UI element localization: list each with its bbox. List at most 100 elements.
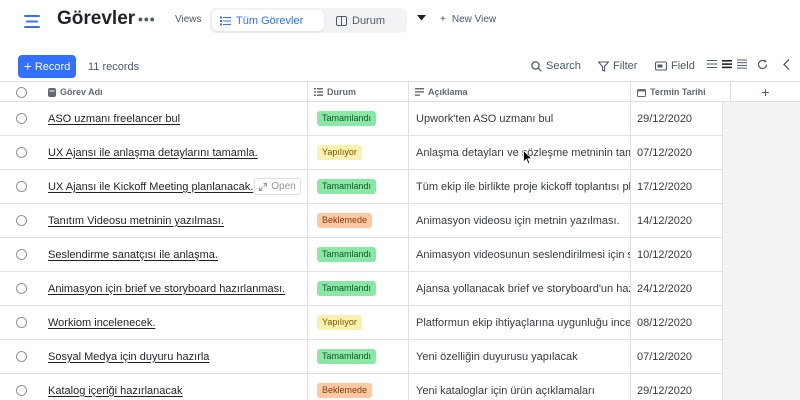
chevron-down-icon[interactable] [417, 15, 426, 21]
table-row[interactable]: Katalog içeriği hazırlanacak Beklemede Yen… [0, 374, 723, 400]
row-checkbox[interactable] [15, 181, 27, 192]
status-cell[interactable]: Tamamlandı [308, 170, 409, 203]
row-select-cell [0, 306, 42, 339]
table-row[interactable]: Workiom incelenecek. Yapılıyor Platformun … [0, 306, 723, 340]
status-cell[interactable]: Beklemede [308, 204, 409, 237]
task-name-cell[interactable]: Tanıtım Videosu metninin yazılması. [42, 204, 308, 237]
field-label: Field [671, 60, 695, 72]
row-select-cell [0, 170, 42, 203]
list-icon [220, 16, 231, 25]
task-name-cell[interactable]: Katalog içeriği hazırlanacak [42, 374, 308, 400]
field-button[interactable]: Field [655, 60, 695, 72]
due-date-cell[interactable]: 24/12/2020 [631, 272, 723, 305]
status-badge: Tamamlandı [317, 247, 377, 262]
column-label: Durum [327, 87, 356, 97]
row-checkbox[interactable] [15, 147, 27, 158]
chevron-left-icon[interactable] [783, 59, 790, 70]
status-cell[interactable]: Yapılıyor [308, 306, 409, 339]
task-name-cell[interactable]: Workiom incelenecek. [42, 306, 308, 339]
tab-tum-gorevler[interactable]: Tüm Görevler [212, 10, 324, 31]
row-select-cell [0, 102, 42, 135]
description-cell[interactable]: Yeni kataloglar için ürün açıklamaları [409, 374, 631, 400]
due-date-cell[interactable]: 17/12/2020 [631, 170, 723, 203]
column-header-durum[interactable]: Durum [308, 82, 409, 102]
select-all-checkbox[interactable] [15, 86, 27, 98]
row-height-short-icon[interactable] [707, 59, 717, 69]
task-name-cell[interactable]: Seslendirme sanatçısı ile anlaşma. [42, 238, 308, 271]
status-badge: Beklemede [317, 383, 373, 398]
task-name-cell[interactable]: Sosyal Medya için duyuru hazırla [42, 340, 308, 373]
open-label: Open [271, 181, 296, 192]
column-header-aciklama[interactable]: Açıklama [409, 82, 631, 102]
menu-button[interactable] [18, 8, 46, 34]
row-checkbox[interactable] [15, 385, 27, 396]
description-cell[interactable]: Anlaşma detayları ve sözleşme metninin t… [409, 136, 631, 169]
refresh-icon[interactable] [757, 59, 768, 70]
due-date-cell[interactable]: 14/12/2020 [631, 204, 723, 237]
row-height-medium-icon[interactable] [722, 59, 732, 69]
table-row[interactable]: ASO uzmanı freelancer bul Tamamlandı Upwor… [0, 102, 723, 136]
column-header-termin-tarihi[interactable]: Termin Tarihi [631, 82, 731, 102]
empty-column-area [723, 102, 800, 400]
more-options-icon[interactable]: ••• [138, 11, 156, 27]
row-checkbox[interactable] [15, 113, 27, 124]
table-row[interactable]: UX Ajansı ile Kickoff Meeting planlanaca… [0, 170, 723, 204]
task-name-cell[interactable]: UX Ajansı ile anlaşma detaylarını tamaml… [42, 136, 308, 169]
due-date-cell[interactable]: 07/12/2020 [631, 340, 723, 373]
row-select-cell [0, 272, 42, 305]
status-cell[interactable]: Tamamlandı [308, 238, 409, 271]
description-cell[interactable]: Upwork'ten ASO uzmanı bul [409, 102, 631, 135]
filter-label: Filter [613, 60, 638, 72]
table-row[interactable]: Animasyon için brief ve storyboard hazır… [0, 272, 723, 306]
status-cell[interactable]: Yapılıyor [308, 136, 409, 169]
description-cell[interactable]: Yeni özelliğin duyurusu yapılacak [409, 340, 631, 373]
row-select-cell [0, 340, 42, 373]
status-cell[interactable]: Beklemede [308, 374, 409, 400]
due-date-cell[interactable]: 29/12/2020 [631, 102, 723, 135]
task-name-cell[interactable]: Animasyon için brief ve storyboard hazır… [42, 272, 308, 305]
search-button[interactable]: Search [531, 60, 581, 72]
due-date-cell[interactable]: 07/12/2020 [631, 136, 723, 169]
description-cell[interactable]: Animasyon videosunun seslendirilmesi içi… [409, 238, 631, 271]
row-checkbox[interactable] [15, 317, 27, 328]
row-checkbox[interactable] [15, 283, 27, 294]
view-switcher: Tüm Görevler Durum [210, 8, 407, 33]
due-date-cell[interactable]: 10/12/2020 [631, 238, 723, 271]
task-name-cell[interactable]: ASO uzmanı freelancer bul [42, 102, 308, 135]
status-badge: Tamamlandı [317, 179, 377, 194]
description-cell[interactable]: Animasyon videosu için metnin yazılması. [409, 204, 631, 237]
row-checkbox[interactable] [15, 215, 27, 226]
add-column-button[interactable]: + [731, 82, 800, 102]
status-badge: Tamamlandı [317, 349, 377, 364]
new-view-button[interactable]: + New View [440, 14, 496, 25]
table-row[interactable]: Sosyal Medya için duyuru hazırla Tamamlan… [0, 340, 723, 374]
tab-durum[interactable]: Durum [328, 10, 404, 31]
row-select-cell [0, 238, 42, 271]
new-view-label: New View [451, 14, 497, 25]
date-field-icon [637, 88, 646, 97]
row-select-cell [0, 374, 42, 400]
status-cell[interactable]: Tamamlandı [308, 102, 409, 135]
description-cell[interactable]: Ajansa yollanacak brief ve storyboard'un… [409, 272, 631, 305]
hamburger-menu-icon [24, 14, 40, 28]
due-date-cell[interactable]: 29/12/2020 [631, 374, 723, 400]
description-cell[interactable]: Tüm ekip ile birlikte proje kickoff topl… [409, 170, 631, 203]
description-cell[interactable]: Platformun ekip ihtiyaçlarına uygunluğu … [409, 306, 631, 339]
filter-button[interactable]: Filter [598, 60, 637, 72]
tab-label: Tüm Görevler [236, 14, 304, 27]
add-record-button[interactable]: + Record [18, 55, 76, 78]
due-date-cell[interactable]: 08/12/2020 [631, 306, 723, 339]
row-checkbox[interactable] [15, 351, 27, 362]
table-row[interactable]: Seslendirme sanatçısı ile anlaşma. Tamaml… [0, 238, 723, 272]
table-row[interactable]: UX Ajansı ile anlaşma detaylarını tamaml… [0, 136, 723, 170]
column-header-gorev-adi[interactable]: Görev Adı [42, 82, 308, 102]
mouse-cursor-icon [523, 150, 533, 165]
open-record-button[interactable]: Open [254, 178, 301, 195]
status-cell[interactable]: Tamamlandı [308, 272, 409, 305]
status-cell[interactable]: Tamamlandı [308, 340, 409, 373]
search-label: Search [546, 60, 581, 72]
table-row[interactable]: Tanıtım Videosu metninin yazılması. Bekle… [0, 204, 723, 238]
row-checkbox[interactable] [15, 249, 27, 260]
row-height-tall-icon[interactable] [737, 59, 747, 69]
select-field-icon [314, 88, 323, 96]
